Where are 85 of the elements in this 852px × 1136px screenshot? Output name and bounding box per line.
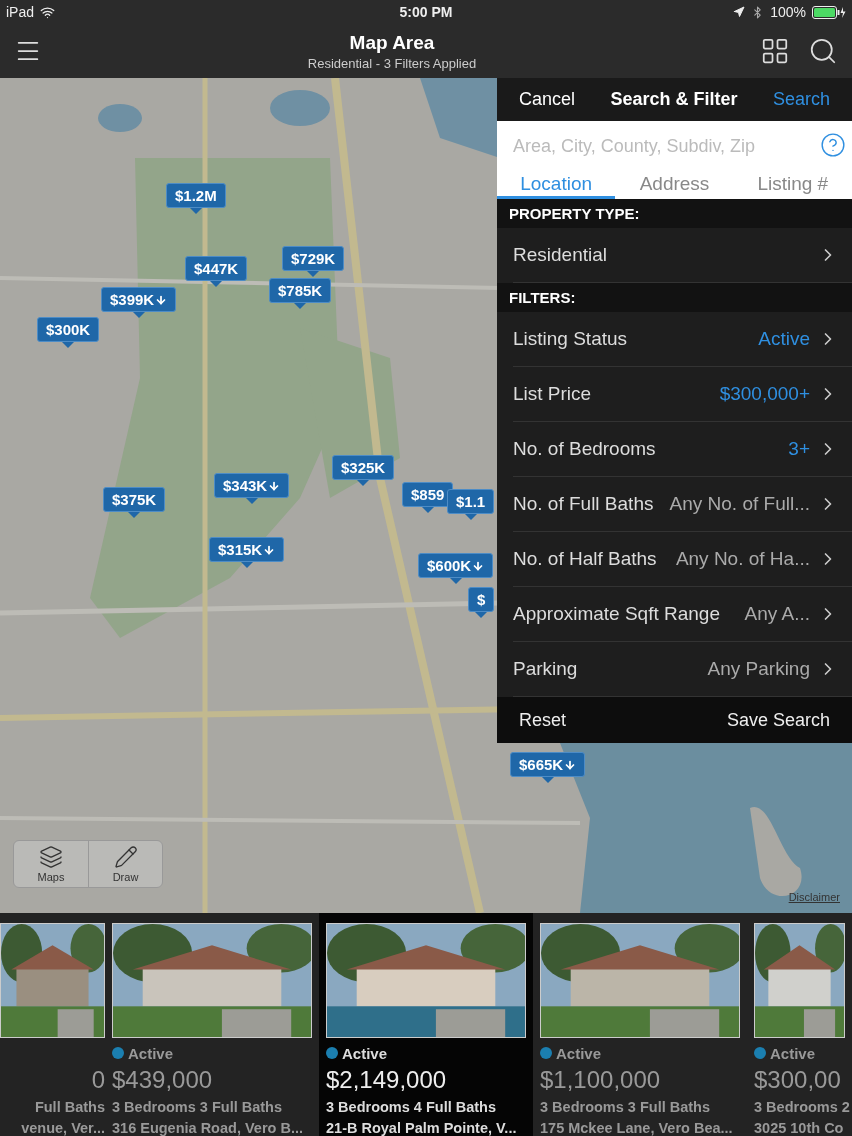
filter-label: No. of Bedrooms <box>513 438 656 461</box>
reset-button[interactable]: Reset <box>519 709 567 731</box>
pin-price: $343K <box>223 477 268 494</box>
filter-row[interactable]: List Price $300,000+ <box>513 367 852 423</box>
panel-title: Search & Filter <box>610 89 738 111</box>
pin-price: $665K <box>519 756 564 773</box>
listing-beds-baths: 3 Bedrooms 3 Full Baths <box>540 1099 710 1115</box>
listing-status: Active <box>770 1044 816 1062</box>
listing-card[interactable]: Active $439,000 3 Bedrooms 3 Full Baths 316 Eugenia Road, Vero B... <box>105 913 319 1136</box>
pin-price: $1.1 <box>456 493 486 510</box>
pin-price: $1.2M <box>175 187 217 204</box>
pin-price: $315K <box>218 541 263 558</box>
listing-beds-baths: 3 Bedrooms 2 <box>754 1099 850 1115</box>
listing-card[interactable]: Active $300,00 3 Bedrooms 2 3025 10th Co <box>747 913 852 1136</box>
listing-address: 3025 10th Co <box>754 1120 844 1136</box>
filter-label: Parking <box>513 658 578 681</box>
search-button[interactable] <box>808 36 838 66</box>
listing-price: $1,100,000 <box>540 1066 661 1094</box>
filter-label: No. of Half Baths <box>513 548 657 571</box>
device-name: iPad <box>6 4 35 20</box>
search-tab[interactable]: Address <box>615 171 734 200</box>
filter-value: 3+ <box>788 438 810 461</box>
listing-price: 0 <box>91 1066 105 1094</box>
layers-icon <box>39 845 63 869</box>
listing-card[interactable]: Active $1,100,000 3 Bedrooms 3 Full Baths 175 Mckee Lane, Vero Bea... <box>533 913 747 1136</box>
wifi-icon <box>40 4 56 20</box>
section-heading: PROPERTY TYPE: <box>497 199 852 229</box>
listing-beds-baths: 3 Bedrooms 4 Full Baths <box>326 1099 496 1115</box>
filter-row[interactable]: No. of Half Baths Any No. of Ha... <box>513 532 852 588</box>
filter-value: Any No. of Ha... <box>675 548 810 571</box>
grid-view-button[interactable] <box>760 36 790 66</box>
listing-status: Active <box>128 1044 174 1062</box>
pin-price: $325K <box>341 459 386 476</box>
filter-value: Any Parking <box>707 658 810 681</box>
listing-card[interactable]: Active $2,149,000 3 Bedrooms 4 Full Baths 21-B Royal Palm Pointe, V... <box>319 913 533 1136</box>
nav-subtitle: Residential - 3 Filters Applied <box>307 55 477 71</box>
filter-value: Any A... <box>744 603 810 626</box>
search-submit-button[interactable]: Search <box>772 89 830 111</box>
filter-value: $300,000+ <box>719 383 810 406</box>
listing-price: $2,149,000 <box>326 1066 447 1094</box>
cancel-button[interactable]: Cancel <box>519 89 576 111</box>
pin-price: $859 <box>411 486 445 503</box>
pin-price: $399K <box>110 291 155 308</box>
section-heading: FILTERS: <box>497 283 852 313</box>
pin-price: $785K <box>278 282 323 299</box>
listing-address: 21-B Royal Palm Pointe, V... <box>326 1120 517 1136</box>
filter-row[interactable]: No. of Full Baths Any No. of Full... <box>513 477 852 533</box>
clock: 5:00 PM <box>399 4 453 20</box>
save-search-button[interactable]: Save Search <box>726 709 830 731</box>
pin-price: $600K <box>427 557 472 574</box>
filter-row[interactable]: Approximate Sqft Range Any A... <box>513 587 852 643</box>
nav-title: Map Area <box>349 31 435 54</box>
filter-label: Residential <box>513 244 607 267</box>
filter-label: List Price <box>513 383 592 406</box>
listing-status: Active <box>342 1044 388 1062</box>
filter-value: Any No. of Full... <box>669 493 810 516</box>
pin-price: $300K <box>46 321 91 338</box>
help-icon[interactable] <box>820 132 846 159</box>
filter-row[interactable]: No. of Bedrooms 3+ <box>513 422 852 478</box>
filter-label: Approximate Sqft Range <box>513 603 720 626</box>
pin-price: $ <box>477 591 486 608</box>
listing-address: venue, Ver... <box>21 1120 105 1136</box>
search-tab[interactable]: Listing # <box>733 171 852 200</box>
filter-label: Listing Status <box>513 328 628 351</box>
pencil-icon <box>113 845 138 869</box>
listing-address: 175 Mckee Lane, Vero Bea... <box>540 1120 733 1136</box>
listing-status: Active <box>556 1044 602 1062</box>
listing-price: $300,00 <box>754 1066 841 1094</box>
filter-label: No. of Full Baths <box>513 493 654 516</box>
filter-value: Active <box>758 328 810 351</box>
battery-percent: 100% <box>770 4 806 20</box>
search-field[interactable]: Area, City, County, Subdiv, Zip <box>497 121 852 172</box>
maps-button[interactable]: Maps <box>14 841 88 887</box>
listing-price: $439,000 <box>112 1066 213 1094</box>
draw-button[interactable]: Draw <box>88 841 162 887</box>
pin-price: $375K <box>112 491 157 508</box>
listing-address: 316 Eugenia Road, Vero B... <box>112 1120 303 1136</box>
listing-beds-baths: Full Baths <box>34 1099 105 1115</box>
location-arrow-icon <box>733 6 746 18</box>
filter-row[interactable]: Listing Status Active <box>513 312 852 368</box>
disclaimer-link[interactable]: Disclaimer <box>788 891 840 903</box>
battery-icon <box>812 5 846 19</box>
listing-beds-baths: 3 Bedrooms 3 Full Baths <box>112 1099 282 1115</box>
pin-price: $447K <box>194 260 239 277</box>
pin-price: $729K <box>291 250 336 267</box>
